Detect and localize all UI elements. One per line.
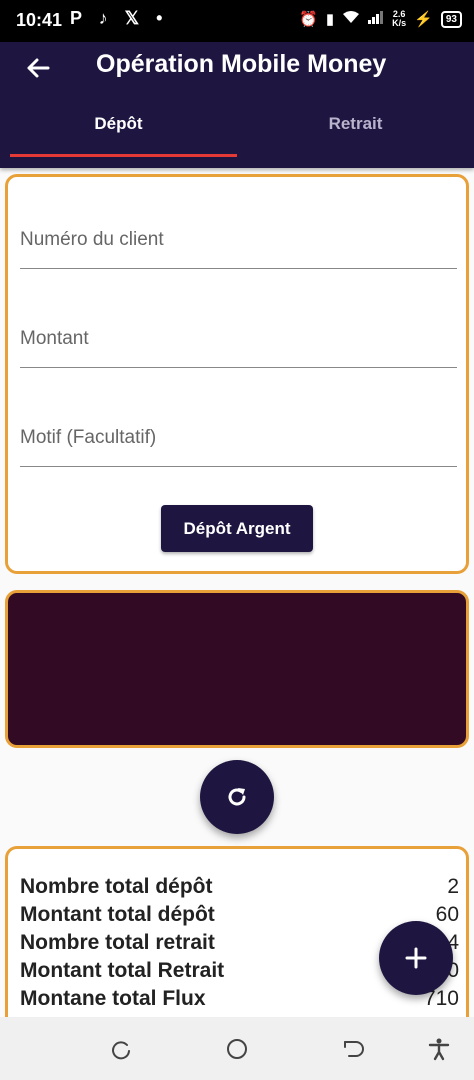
deposit-button[interactable]: Dépôt Argent: [161, 505, 313, 552]
status-time: 10:41: [16, 10, 63, 30]
stat-label: Montant total dépôt: [20, 903, 215, 926]
app-bar: Opération Mobile Money Dépôt Retrait: [0, 42, 474, 168]
refresh-icon: [228, 788, 246, 806]
wifi-icon: [342, 10, 360, 28]
system-nav-bar: [0, 1017, 474, 1080]
back-button[interactable]: [22, 52, 54, 84]
home-button[interactable]: [225, 1037, 249, 1061]
battery-icon: 93: [440, 10, 462, 28]
stat-label: Nombre total retrait: [20, 931, 215, 954]
back-nav-icon: [344, 1041, 364, 1057]
tab-retrait[interactable]: Retrait: [237, 114, 474, 134]
stat-row: Montane total Flux 710: [20, 987, 459, 1015]
status-bar: 10:41 P ♪ 𝕏 • ⏰ ▮ 2.6 K/s ⚡ 93: [0, 0, 474, 42]
deposit-form-card: Numéro du client Montant Motif (Facultat…: [5, 174, 469, 574]
recents-icon: [112, 1041, 130, 1060]
system-icons: ⏰ ▮ 2.6 K/s ⚡ 93: [299, 10, 462, 28]
amount-field[interactable]: Montant: [20, 324, 457, 368]
home-icon: [227, 1039, 247, 1059]
refresh-button[interactable]: [200, 760, 274, 834]
tab-depot[interactable]: Dépôt: [0, 114, 237, 134]
page-title: Opération Mobile Money: [96, 50, 387, 78]
recents-button[interactable]: [110, 1037, 134, 1061]
stat-label: Montant total Retrait: [20, 959, 225, 982]
stat-label: Nombre total dépôt: [20, 875, 213, 898]
notification-icons: P ♪ 𝕏 •: [70, 8, 169, 28]
vibrate-icon: ▮: [325, 11, 335, 28]
plus-icon: [405, 947, 427, 969]
add-fab-button[interactable]: [379, 921, 453, 995]
amount-placeholder: Montant: [20, 328, 89, 349]
signal-icon: [368, 10, 384, 28]
stat-value: 60: [435, 903, 459, 926]
alarm-icon: ⏰: [299, 11, 318, 28]
charging-icon: ⚡: [414, 11, 433, 28]
accessibility-button[interactable]: [427, 1037, 451, 1061]
back-nav-button[interactable]: [340, 1037, 364, 1061]
client-number-field[interactable]: Numéro du client: [20, 225, 457, 269]
stat-label: Montane total Flux: [20, 987, 206, 1010]
reason-field[interactable]: Motif (Facultatif): [20, 423, 457, 467]
tab-indicator: [10, 154, 237, 157]
stat-row: Nombre total dépôt 2: [20, 875, 459, 903]
dark-panel: [5, 590, 469, 748]
network-speed: 2.6 K/s: [392, 9, 407, 28]
arrow-left-icon: [27, 58, 50, 78]
client-number-placeholder: Numéro du client: [20, 229, 164, 250]
stat-value: 2: [447, 875, 459, 898]
stat-row: Montant total dépôt 60: [20, 903, 459, 931]
reason-placeholder: Motif (Facultatif): [20, 427, 157, 448]
accessibility-icon: [428, 1038, 450, 1061]
